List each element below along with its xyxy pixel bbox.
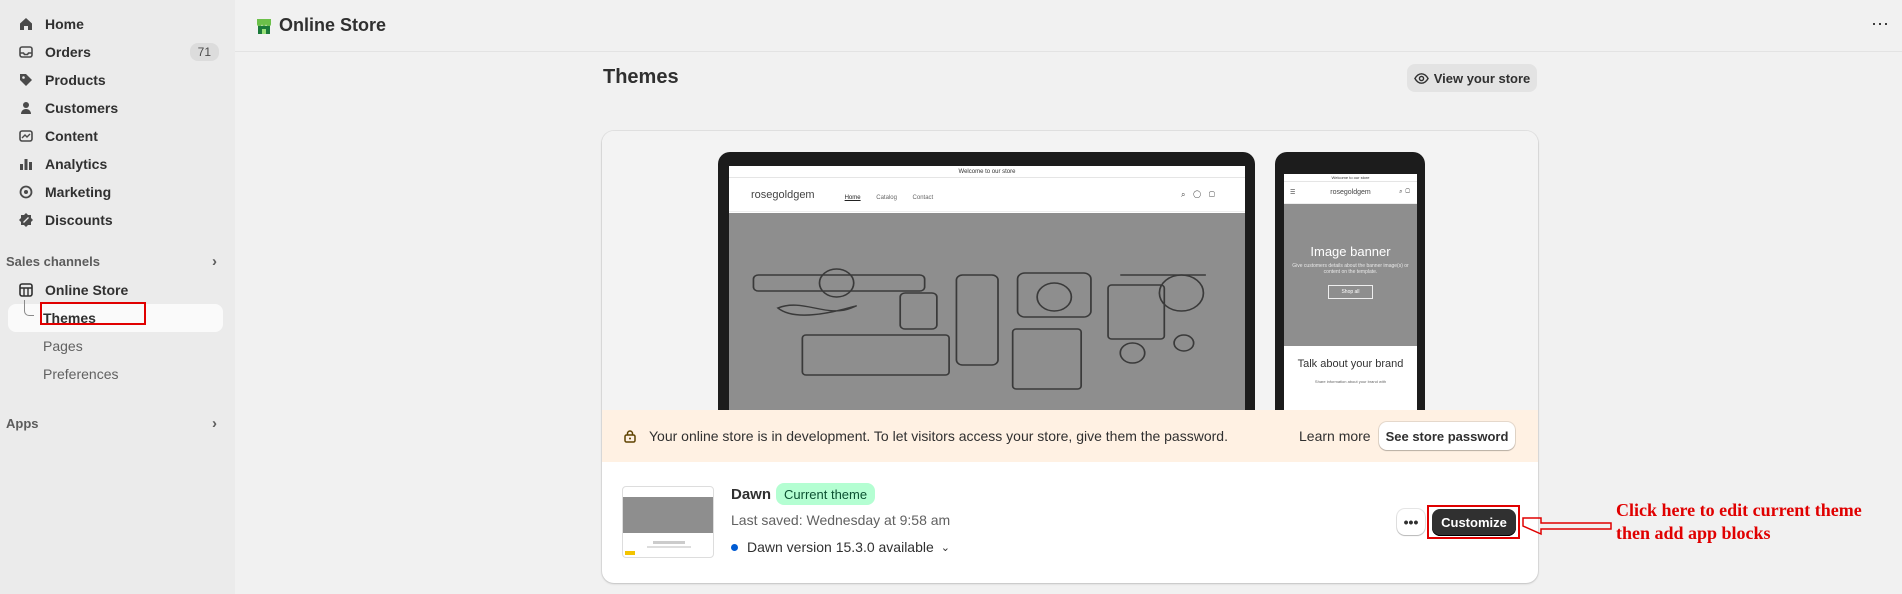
sidebar-item-label: Content bbox=[45, 128, 98, 144]
sidebar: Home Home Orders 71 Products Customers C… bbox=[0, 0, 235, 594]
annotation-arrow-icon bbox=[1522, 517, 1612, 536]
sidebar-item-label: Analytics bbox=[45, 156, 108, 172]
sidebar-subitem-label: Pages bbox=[43, 338, 83, 354]
sidebar-subitem-preferences[interactable]: Preferences bbox=[0, 360, 235, 388]
sidebar-subitem-label: Preferences bbox=[43, 366, 119, 382]
view-store-button[interactable]: View your store bbox=[1407, 64, 1537, 92]
desktop-preview: Welcome to our store rosegoldgem Home Ca… bbox=[718, 152, 1255, 410]
mobile-preview: Welcome to our store ☰ rosegoldgem ⌕▢ Im… bbox=[1275, 152, 1425, 410]
home-icon bbox=[18, 16, 34, 32]
announcement-bar: Welcome to our store bbox=[729, 166, 1245, 178]
sidebar-item-label: Products bbox=[45, 72, 106, 88]
mobile-nav: ☰ rosegoldgem ⌕▢ bbox=[1284, 182, 1417, 204]
sidebar-item-label: Home bbox=[45, 16, 84, 32]
hero-image bbox=[729, 213, 1245, 410]
learn-more-link[interactable]: Learn more bbox=[1299, 428, 1371, 444]
orders-count-badge: 71 bbox=[189, 43, 219, 61]
sidebar-item-analytics[interactable]: Analytics bbox=[0, 150, 225, 178]
mobile-brand: rosegoldgem bbox=[1330, 189, 1371, 196]
chevron-down-icon: ⌄ bbox=[940, 541, 950, 554]
mobile-screen: Welcome to our store ☰ rosegoldgem ⌕▢ Im… bbox=[1284, 174, 1417, 410]
inbox-icon bbox=[18, 44, 34, 60]
lock-icon bbox=[624, 430, 636, 443]
store-nav-link: Home bbox=[844, 195, 861, 201]
store-icon bbox=[18, 282, 34, 298]
theme-preview[interactable]: Welcome to our store rosegoldgem Home Ca… bbox=[602, 131, 1538, 410]
sidebar-item-orders[interactable]: Home Orders 71 bbox=[0, 38, 225, 66]
tag-icon bbox=[18, 72, 34, 88]
sidebar-item-label: Online Store bbox=[45, 282, 129, 298]
store-nav: rosegoldgem Home Catalog Contact ⌕◯▢ bbox=[729, 178, 1245, 212]
banner-message: Your online store is in development. To … bbox=[649, 428, 1228, 444]
customize-button[interactable]: Customize bbox=[1432, 509, 1516, 536]
eye-icon bbox=[1413, 72, 1429, 84]
content-icon bbox=[18, 128, 34, 144]
sidebar-item-discounts[interactable]: Discounts bbox=[0, 206, 225, 234]
sidebar-item-home[interactable]: Home bbox=[0, 10, 225, 38]
theme-thumbnail bbox=[622, 486, 714, 558]
last-saved-text: Last saved: Wednesday at 9:58 am bbox=[731, 512, 951, 528]
see-store-password-button[interactable]: See store password bbox=[1379, 422, 1515, 450]
hamburger-icon: ☰ bbox=[1290, 190, 1296, 196]
sidebar-item-content[interactable]: Content bbox=[0, 122, 225, 150]
sales-channels-label: Sales channels bbox=[6, 253, 100, 269]
thumbnail-line bbox=[647, 546, 691, 548]
info-dot-icon bbox=[731, 543, 738, 551]
sidebar-item-label: Customers bbox=[45, 100, 119, 116]
mobile-banner: Image banner Give customers details abou… bbox=[1284, 204, 1417, 346]
store-brand: rosegoldgem bbox=[751, 188, 815, 201]
store-nav-link: Contact bbox=[912, 195, 934, 201]
theme-card: Welcome to our store rosegoldgem Home Ca… bbox=[602, 131, 1538, 583]
mobile-announcement: Welcome to our store bbox=[1284, 174, 1417, 182]
chevron-right-icon: › bbox=[212, 252, 217, 270]
sidebar-item-customers[interactable]: Customers bbox=[0, 94, 225, 122]
store-nav-icons: ⌕◯▢ bbox=[1180, 189, 1223, 199]
theme-actions-button[interactable]: ••• bbox=[1397, 509, 1425, 535]
apps-label: Apps bbox=[6, 415, 39, 431]
version-dropdown[interactable]: Dawn version 15.3.0 available ⌄ bbox=[731, 539, 950, 555]
bar-chart-icon bbox=[18, 156, 34, 172]
person-icon bbox=[18, 100, 34, 116]
sidebar-item-label: Marketing bbox=[45, 184, 112, 200]
thumbnail-line bbox=[653, 541, 685, 544]
discount-icon bbox=[18, 212, 34, 228]
sidebar-subitem-themes[interactable]: Themes bbox=[8, 300, 223, 332]
target-icon bbox=[18, 184, 34, 200]
mobile-brand-text: Share information about your brand with bbox=[1314, 379, 1387, 384]
annotation-note: Click here to edit current theme then ad… bbox=[1616, 500, 1862, 543]
theme-name: Dawn bbox=[731, 486, 772, 503]
sidebar-item-label: Discounts bbox=[45, 212, 113, 228]
store-nav-links: Home Catalog Contact bbox=[845, 187, 946, 202]
mobile-banner-text: Give customers details about the banner … bbox=[1292, 263, 1409, 275]
sidebar-item-label: Orders bbox=[45, 44, 91, 60]
version-text: Dawn version 15.3.0 available bbox=[747, 539, 934, 555]
page-header-title: Online Store bbox=[255, 15, 386, 36]
sidebar-item-marketing[interactable]: Marketing bbox=[0, 178, 225, 206]
mobile-nav-icons: ⌕▢ bbox=[1399, 189, 1413, 195]
thumbnail-chip bbox=[625, 551, 635, 555]
mobile-shop-button: Shop all bbox=[1328, 285, 1373, 299]
online-store-icon bbox=[257, 18, 271, 34]
desktop-screen: Welcome to our store rosegoldgem Home Ca… bbox=[729, 166, 1245, 410]
sidebar-subitem-pages[interactable]: Pages bbox=[0, 332, 235, 360]
mobile-brand-heading: Talk about your brand bbox=[1297, 358, 1404, 370]
sidebar-item-products[interactable]: Products bbox=[0, 66, 225, 94]
chevron-right-icon: › bbox=[212, 414, 217, 432]
thumbnail-hero bbox=[623, 497, 713, 533]
sidebar-subitem-label: Themes bbox=[43, 310, 96, 326]
top-bar: Online Store ⋯ bbox=[235, 0, 1902, 52]
apps-header[interactable]: Apps › bbox=[0, 410, 235, 436]
sales-channels-header[interactable]: Sales channels › bbox=[0, 248, 235, 274]
page-title: Themes bbox=[603, 66, 679, 88]
mobile-banner-title: Image banner bbox=[1310, 244, 1391, 259]
tree-connector bbox=[24, 300, 34, 316]
view-store-label: View your store bbox=[1433, 70, 1531, 86]
hero-illustration bbox=[752, 268, 1206, 390]
more-options-icon[interactable]: ⋯ bbox=[1871, 14, 1890, 35]
current-theme-badge: Current theme bbox=[776, 483, 876, 505]
password-banner: Your online store is in development. To … bbox=[602, 410, 1538, 462]
header-title-text: Online Store bbox=[279, 15, 387, 35]
store-nav-link: Catalog bbox=[876, 195, 897, 201]
